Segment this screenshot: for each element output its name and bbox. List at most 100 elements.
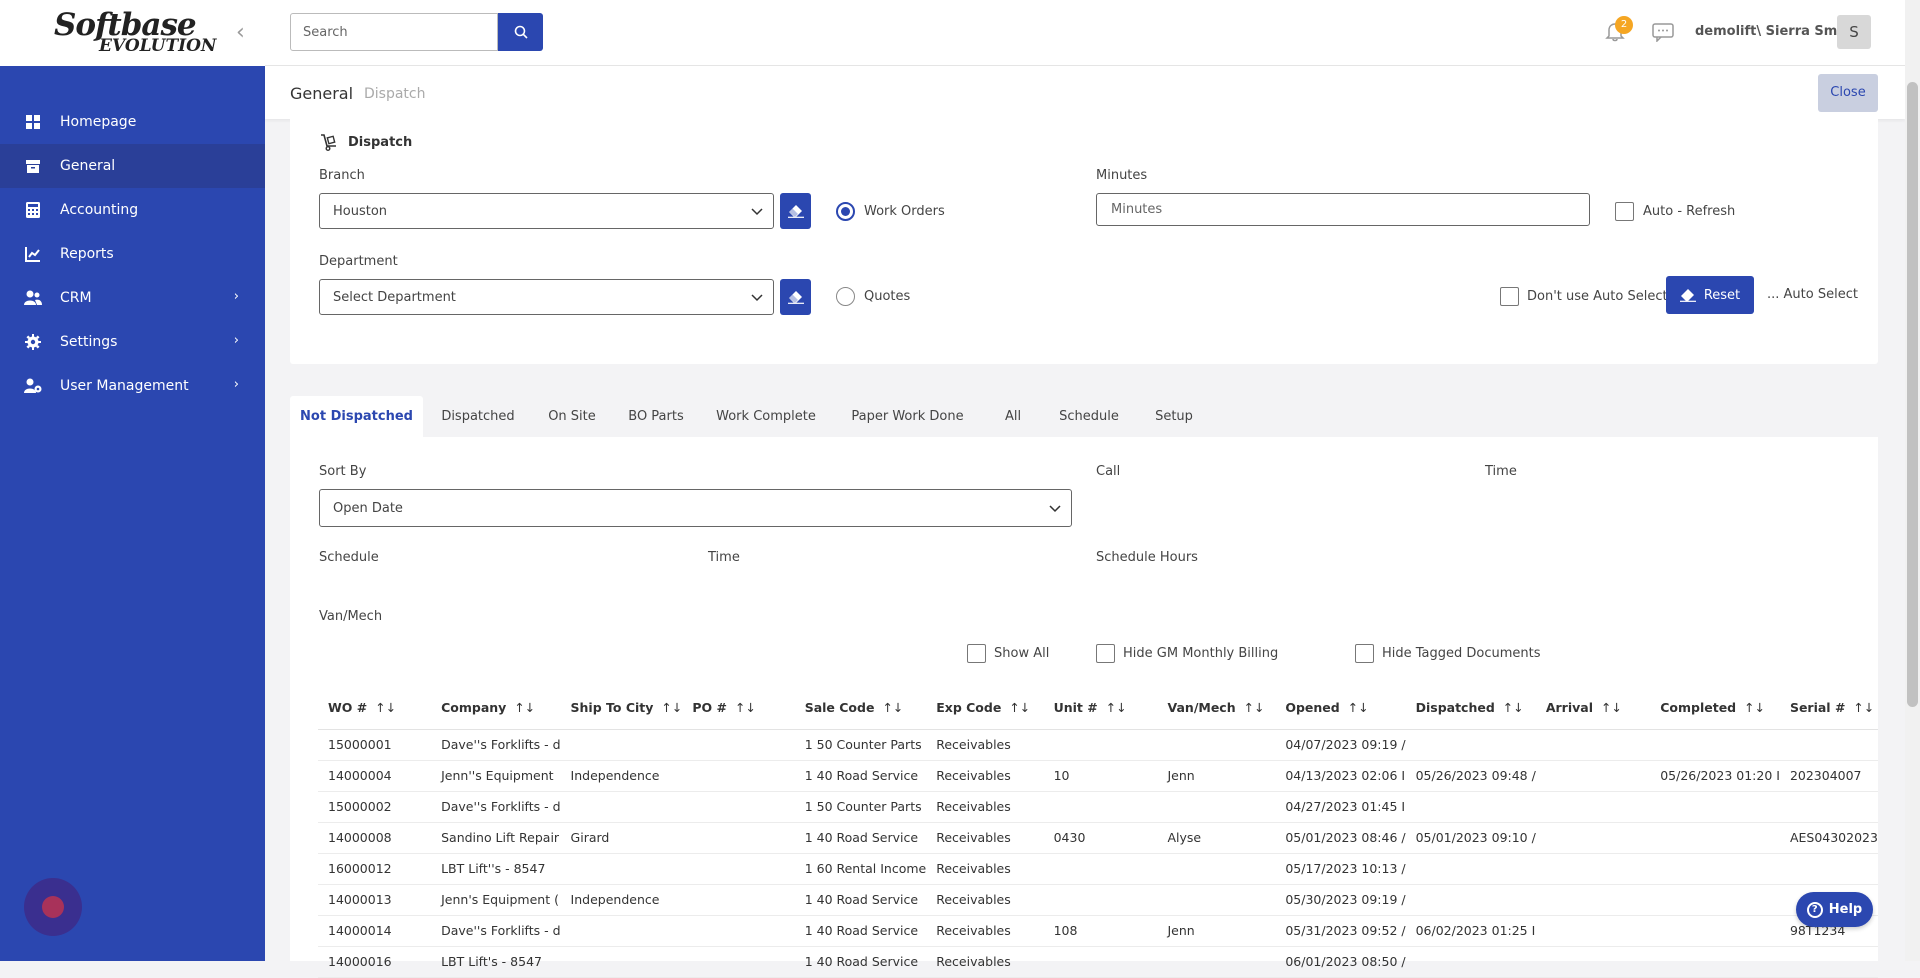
department-select[interactable]: Select Department [319,279,774,315]
dont-auto-select-checkbox[interactable] [1500,287,1519,306]
table-cell [682,884,795,916]
sort-icon[interactable]: ↑↓ [375,700,396,715]
table-row[interactable]: 15000002 Dave''s Forklifts - d 1 50 Counte… [318,791,1878,823]
table-cell [560,791,683,823]
clear-department-button[interactable] [780,279,811,315]
sort-icon[interactable]: ↑↓ [1503,700,1524,715]
breadcrumb-dispatch[interactable]: Dispatch [364,86,426,102]
column-header[interactable]: Completed ↑↓ [1650,687,1780,730]
column-header[interactable]: Dispatched ↑↓ [1405,687,1536,730]
user-name[interactable]: demolift\ Sierra Smith [1695,24,1857,39]
table-cell [1650,729,1780,761]
column-header[interactable]: Sale Code ↑↓ [794,687,927,730]
column-header[interactable]: Unit # ↑↓ [1043,687,1158,730]
sort-icon[interactable]: ↑↓ [1601,700,1622,715]
work-orders-radio[interactable] [836,202,855,221]
tab-bo-parts[interactable]: BO Parts [611,396,701,437]
table-cell [1779,791,1878,823]
tab-schedule[interactable]: Schedule [1042,396,1136,437]
tab-all[interactable]: All [984,396,1042,437]
table-cell [1650,884,1780,916]
sort-icon[interactable]: ↑↓ [1009,700,1030,715]
sort-icon[interactable]: ↑↓ [1744,700,1765,715]
table-row[interactable]: 14000016 LBT Lift's - 8547 1 40 Road Servi… [318,946,1878,978]
chatbot-button[interactable] [24,878,82,936]
column-header[interactable]: Serial # ↑↓ [1779,687,1878,730]
column-header-label: Exp Code [936,700,1002,716]
table-row[interactable]: 14000004 Jenn''s Equipment Independence 1 4… [318,760,1878,792]
sort-icon[interactable]: ↑↓ [661,700,682,715]
hide-gm-checkbox[interactable] [1096,644,1115,663]
table-cell [1157,946,1276,978]
table-row[interactable]: 16000012 LBT Lift''s - 8547 1 60 Rental In… [318,853,1878,885]
tab-work-complete[interactable]: Work Complete [701,396,831,437]
table-cell [1535,760,1651,792]
table-cell: Receivables [926,884,1044,916]
table-row[interactable]: 15000001 Dave''s Forklifts - d 1 50 Counte… [318,729,1878,761]
sidebar-item-user-management[interactable]: User Management › [0,364,265,408]
table-cell [1535,884,1651,916]
minutes-input[interactable]: Minutes [1096,193,1590,226]
chat-icon[interactable] [1652,22,1674,42]
breadcrumb-general[interactable]: General [290,84,353,103]
sort-icon[interactable]: ↑↓ [1106,700,1127,715]
reset-button[interactable]: Reset [1666,276,1754,314]
column-header[interactable]: Ship To City ↑↓ [560,687,683,730]
search-input[interactable]: Search [290,13,498,51]
table-cell: Receivables [926,822,1044,854]
quotes-radio[interactable] [836,287,855,306]
hide-tagged-label: Hide Tagged Documents [1382,646,1541,661]
sidebar-item-general[interactable]: General [0,144,265,188]
close-button[interactable]: Close [1818,74,1878,112]
column-header[interactable]: WO # ↑↓ [318,687,432,730]
sidebar-item-label: User Management [60,378,189,394]
table-cell [1650,946,1780,978]
sort-by-select[interactable]: Open Date [319,489,1072,527]
table-cell: 05/01/2023 08:46 / [1275,822,1406,854]
auto-refresh-checkbox[interactable] [1615,202,1634,221]
sort-icon[interactable]: ↑↓ [882,700,903,715]
tab-not-dispatched[interactable]: Not Dispatched [290,396,423,437]
sidebar-item-reports[interactable]: Reports [0,232,265,276]
table-cell [1405,729,1536,761]
table-row[interactable]: 14000014 Dave''s Forklifts - d 1 40 Road S… [318,915,1878,947]
column-header[interactable]: Company ↑↓ [431,687,561,730]
dispatch-title-text: Dispatch [348,134,413,150]
tab-setup[interactable]: Setup [1136,396,1212,437]
tab-paper-work-done[interactable]: Paper Work Done [831,396,984,437]
column-header[interactable]: Arrival ↑↓ [1535,687,1651,730]
sidebar-item-settings[interactable]: Settings › [0,320,265,364]
sort-icon[interactable]: ↑↓ [1244,700,1265,715]
scrollbar-thumb[interactable] [1907,82,1918,707]
table-header-row: WO # ↑↓ Company ↑↓ Ship To City ↑↓ PO # ↑↓ Sale … [318,687,1878,730]
table-cell [1779,853,1878,885]
show-all-checkbox[interactable] [967,644,986,663]
table-row[interactable]: 14000013 Jenn's Equipment (Independence 1 … [318,884,1878,916]
avatar[interactable]: S [1837,15,1871,49]
column-header[interactable]: Exp Code ↑↓ [926,687,1044,730]
softbase-logo[interactable]: Softbase EVOLUTION [54,10,216,55]
sidebar-item-crm[interactable]: CRM › [0,276,265,320]
help-button[interactable]: ? Help [1796,892,1873,927]
sort-icon[interactable]: ↑↓ [1853,700,1874,715]
column-header[interactable]: Opened ↑↓ [1275,687,1406,730]
clear-branch-button[interactable] [780,193,811,229]
schedule-label: Schedule [319,550,379,565]
tab-on-site[interactable]: On Site [533,396,611,437]
table-row[interactable]: 14000008 Sandino Lift Repair Girard 1 40 Ro… [318,822,1878,854]
column-header[interactable]: PO # ↑↓ [682,687,795,730]
search-button[interactable] [498,13,543,51]
sort-icon[interactable]: ↑↓ [514,700,535,715]
hide-tagged-checkbox[interactable] [1355,644,1374,663]
sidebar-item-homepage[interactable]: Homepage [0,100,265,144]
branch-select[interactable]: Houston [319,193,774,229]
table-cell: 05/26/2023 09:48 / [1405,760,1536,792]
dont-auto-select-label: Don't use Auto Select [1527,289,1668,304]
sort-icon[interactable]: ↑↓ [735,700,756,715]
column-header[interactable]: Van/Mech ↑↓ [1157,687,1276,730]
collapse-sidebar-icon[interactable]: ‹ [236,20,245,45]
sidebar-item-accounting[interactable]: Accounting [0,188,265,232]
sort-by-label: Sort By [319,464,367,479]
tab-dispatched[interactable]: Dispatched [423,396,533,437]
sort-icon[interactable]: ↑↓ [1348,700,1369,715]
